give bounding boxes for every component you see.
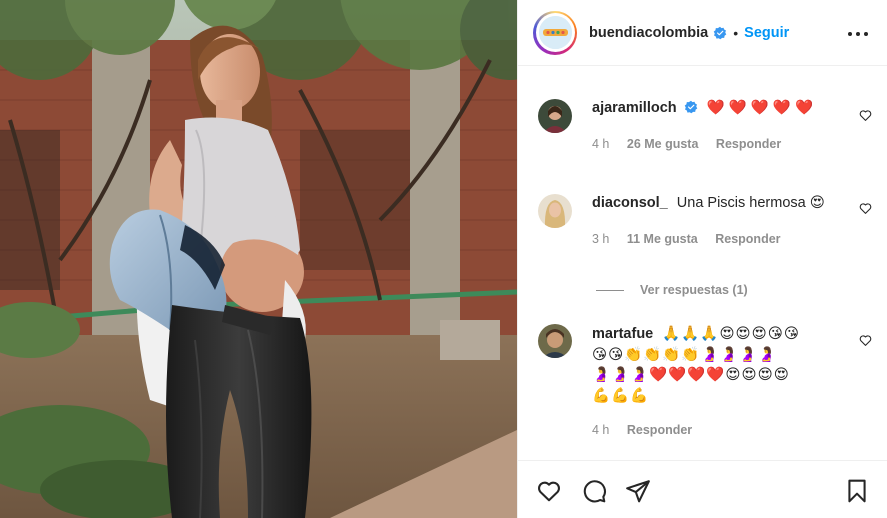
post-photo-image xyxy=(0,0,517,518)
like-comment-heart-icon[interactable] xyxy=(859,109,872,122)
comment-meta: 3 h 11 Me gusta Responder xyxy=(592,232,795,246)
comment-likes[interactable]: 26 Me gusta xyxy=(627,137,699,151)
comment-time: 4 h xyxy=(592,137,610,151)
comment-username[interactable]: diaconsol_ xyxy=(592,195,668,211)
comment-likes[interactable]: 11 Me gusta xyxy=(627,232,698,246)
post-header: buendiacolombia • Seguir xyxy=(518,0,887,66)
author-logo-icon xyxy=(538,16,572,49)
comment-time: 3 h xyxy=(592,232,610,246)
view-replies-button[interactable]: Ver respuestas (1) xyxy=(596,283,748,297)
post-actions-bar xyxy=(518,460,887,518)
view-replies-label: Ver respuestas (1) xyxy=(640,283,748,297)
view-replies-line xyxy=(596,289,624,291)
heart-icon[interactable] xyxy=(536,478,562,504)
verified-badge-icon xyxy=(684,100,697,113)
author-avatar[interactable] xyxy=(533,10,577,55)
comment-text-line-3: 🤰🤰🤰❤️❤️❤️❤️😍😍😍😍 xyxy=(592,367,790,383)
comment-text-line-2: 😘😘👏👏👏👏🤰🤰🤰🤰 xyxy=(592,346,777,363)
comment-time: 4 h xyxy=(592,423,610,437)
comment-meta: 4 h Responder xyxy=(592,423,706,437)
comment-username[interactable]: martafue xyxy=(592,326,653,342)
post-side-panel: buendiacolombia • Seguir ajaramilloch ❤️… xyxy=(517,0,887,518)
reply-button[interactable]: Responder xyxy=(627,423,692,437)
comment-avatar[interactable] xyxy=(538,99,572,133)
bookmark-icon[interactable] xyxy=(844,478,870,504)
comment-icon[interactable] xyxy=(581,478,607,504)
separator-dot: • xyxy=(733,24,739,41)
reply-button[interactable]: Responder xyxy=(716,137,781,151)
like-comment-heart-icon[interactable] xyxy=(859,202,872,215)
comment-text-line-1: 🙏🙏🙏😍😍😍😘😘 xyxy=(662,326,801,342)
comments-list[interactable]: ajaramilloch ❤️ ❤️ ❤️ ❤️ ❤️ 4 h 26 Me gu… xyxy=(518,67,887,460)
comment-text-line-4: 💪💪💪 xyxy=(592,387,650,404)
comment-text: ❤️ ❤️ ❤️ ❤️ ❤️ xyxy=(706,100,814,116)
post-photo[interactable] xyxy=(0,0,517,518)
reply-button[interactable]: Responder xyxy=(715,232,780,246)
share-icon[interactable] xyxy=(625,478,651,504)
comment-username[interactable]: ajaramilloch xyxy=(592,100,677,116)
follow-button[interactable]: Seguir xyxy=(744,25,789,41)
comment-avatar[interactable] xyxy=(538,324,572,358)
comment-avatar[interactable] xyxy=(538,194,572,228)
verified-badge-icon xyxy=(713,26,727,39)
more-options-icon[interactable] xyxy=(848,24,868,44)
author-username[interactable]: buendiacolombia xyxy=(589,25,708,41)
like-comment-heart-icon[interactable] xyxy=(859,334,872,347)
comment-text: Una Piscis hermosa 😍 xyxy=(676,195,825,211)
comment-meta: 4 h 26 Me gusta Responder xyxy=(592,137,795,151)
